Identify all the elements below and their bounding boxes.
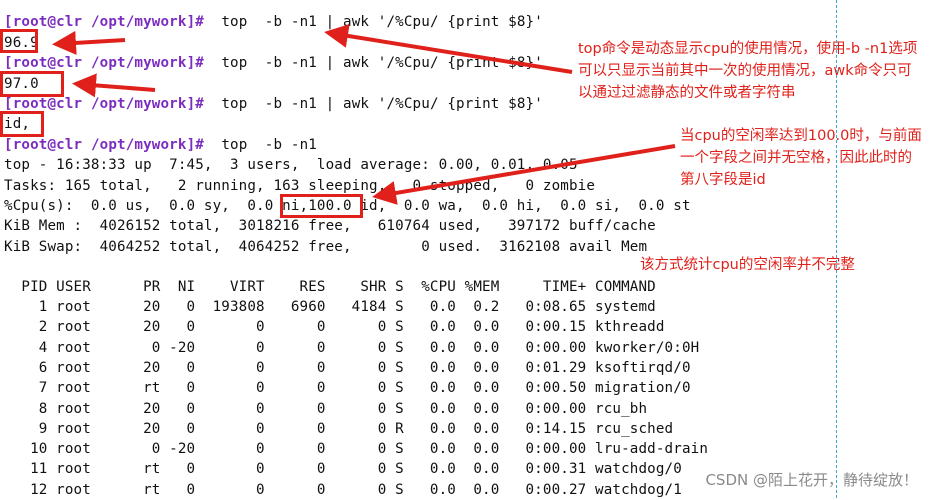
annotation-note-incomplete: 该方式统计cpu的空闲率并不完整 bbox=[640, 257, 855, 273]
annotation-note-id-field: 当cpu的空闲率达到100.0时，与前面一个字段之间并无空格，因此此时的第八字段… bbox=[680, 128, 922, 188]
dashed-divider bbox=[836, 0, 837, 498]
arrow-to-id-field bbox=[372, 144, 676, 205]
watermark: CSDN @陌上花开，静待绽放！ bbox=[705, 471, 918, 489]
terminal-window[interactable]: [root@clr /opt/mywork]# top -b -n1 | awk… bbox=[0, 0, 930, 498]
arrow-to-97 bbox=[72, 73, 156, 98]
arrow-to-96 bbox=[52, 30, 126, 55]
annotation-note-top-command: top命令是动态显示cpu的使用情况，使用-b -n1选项可以只显示当前其中一次… bbox=[578, 41, 918, 101]
arrow-to-command bbox=[324, 24, 573, 74]
